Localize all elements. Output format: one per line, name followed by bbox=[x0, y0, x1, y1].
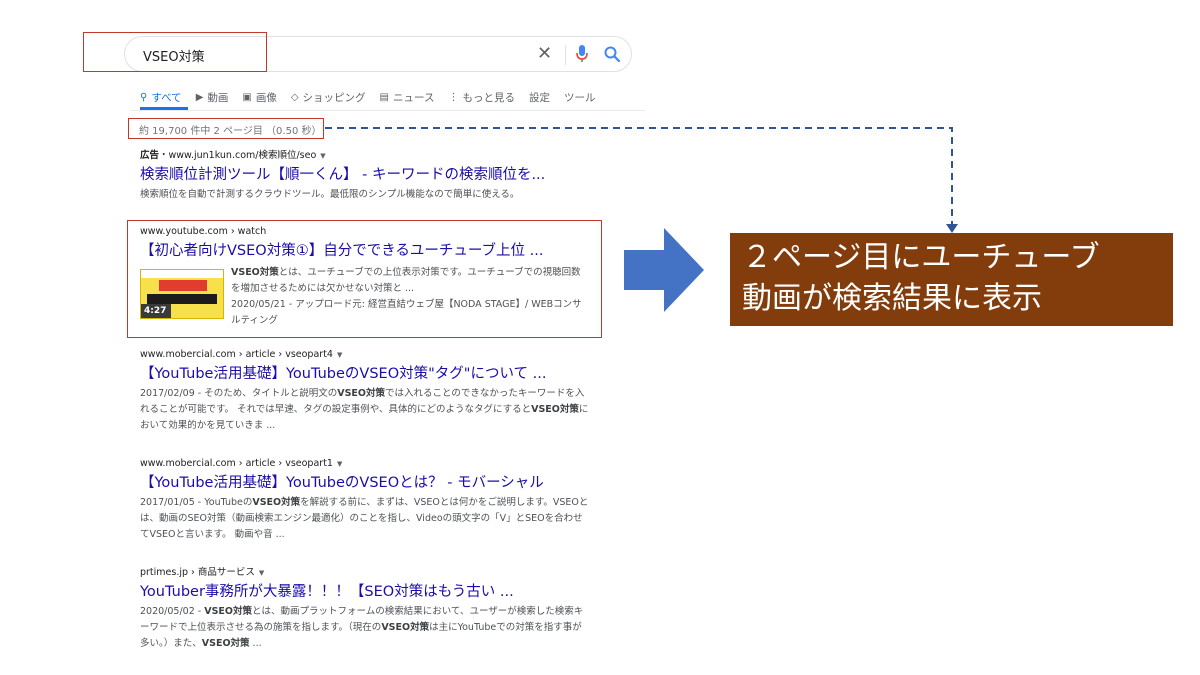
snippet-keyword: VSEO対策 bbox=[201, 638, 250, 649]
tabs-divider bbox=[130, 110, 645, 111]
caret-down-icon[interactable]: ▼ bbox=[337, 351, 342, 359]
result-title-link[interactable]: 【YouTube活用基礎】YouTubeのVSEO対策"タグ"について ... bbox=[140, 364, 590, 384]
play-icon: ▶ bbox=[195, 91, 204, 103]
tab-all[interactable]: ⚲ すべて bbox=[140, 90, 182, 105]
search-icon[interactable] bbox=[603, 45, 621, 63]
search-divider bbox=[565, 45, 566, 65]
callout-line: 動画が検索結果に表示 bbox=[742, 281, 1042, 316]
result-url[interactable]: www.mobercial.com › article › vseopart4 bbox=[140, 349, 333, 360]
tab-label: もっと見る bbox=[462, 91, 515, 104]
result-url[interactable]: www.mobercial.com › article › vseopart1 bbox=[140, 458, 333, 469]
annotation-callout: ２ページ目にユーチューブ 動画が検索結果に表示 bbox=[730, 233, 1173, 326]
snippet-keyword: VSEO対策 bbox=[531, 404, 579, 415]
result-cite: www.mobercial.com › article › vseopart1 ▼ bbox=[140, 457, 590, 471]
result-snippet: 検索順位を自動で計測するクラウドツール。最低限のシンプル機能なので簡単に使える。 bbox=[140, 189, 520, 200]
more-icon: ⋮ bbox=[448, 91, 459, 103]
image-icon: ▣ bbox=[242, 91, 252, 103]
ad-label: 広告 bbox=[140, 150, 160, 161]
close-icon[interactable]: ✕ bbox=[537, 43, 552, 65]
result-title-link[interactable]: 【YouTube活用基礎】YouTubeのVSEOとは？ - モバーシャル bbox=[140, 473, 590, 493]
snippet-text: 2017/02/09 - そのため、タイトルと説明文の bbox=[140, 388, 338, 399]
query-highlight-box bbox=[83, 32, 267, 72]
organic-result: www.mobercial.com › article › vseopart1 ▼… bbox=[140, 457, 590, 543]
result-url[interactable]: ・www.jun1kun.com/検索順位/seo bbox=[159, 150, 316, 161]
tab-shopping[interactable]: ◇ ショッピング bbox=[291, 90, 366, 105]
result-title-link[interactable]: YouTuber事務所が大暴露！！！【SEO対策はもう古い ... bbox=[140, 582, 590, 602]
search-icon: ⚲ bbox=[140, 91, 148, 103]
tab-label: 動画 bbox=[207, 91, 229, 104]
tab-images[interactable]: ▣ 画像 bbox=[242, 90, 276, 105]
snippet-text: 2017/01/05 - YouTubeの bbox=[140, 497, 253, 508]
callout-line: ２ページ目にユーチューブ bbox=[742, 240, 1100, 275]
right-arrow-icon bbox=[624, 228, 704, 312]
snippet-text: ... bbox=[249, 638, 262, 649]
ad-result: 広告・www.jun1kun.com/検索順位/seo ▼ 検索順位計測ツール【順… bbox=[140, 149, 590, 203]
news-icon: ▤ bbox=[379, 91, 389, 103]
organic-result: www.mobercial.com › article › vseopart4 ▼… bbox=[140, 348, 590, 434]
stats-highlight-box bbox=[128, 118, 324, 139]
tab-label: ショッピング bbox=[302, 91, 366, 104]
caret-down-icon[interactable]: ▼ bbox=[337, 460, 342, 468]
result-cite: www.mobercial.com › article › vseopart4 ▼ bbox=[140, 348, 590, 362]
organic-result: prtimes.jp › 商品サービス ▼ YouTuber事務所が大暴露！！！【… bbox=[140, 566, 590, 652]
tab-videos[interactable]: ▶ 動画 bbox=[196, 90, 229, 105]
result-url[interactable]: prtimes.jp › 商品サービス bbox=[140, 567, 255, 578]
tab-more[interactable]: ⋮ もっと見る bbox=[448, 90, 515, 105]
result-snippet: 2020/05/02 - VSEO対策とは、動画プラットフォームの検索結果におい… bbox=[140, 604, 590, 652]
tab-label: すべて bbox=[151, 91, 182, 104]
snippet-keyword: VSEO対策 bbox=[381, 622, 430, 633]
result-snippet: 2017/02/09 - そのため、タイトルと説明文のVSEO対策では入れること… bbox=[140, 386, 590, 434]
mic-icon[interactable] bbox=[575, 44, 589, 64]
result-snippet: 2017/01/05 - YouTubeのVSEO対策を解説する前に、まずは、V… bbox=[140, 495, 590, 543]
caret-down-icon[interactable]: ▼ bbox=[320, 152, 325, 160]
caret-down-icon[interactable]: ▼ bbox=[259, 569, 264, 577]
snippet-keyword: VSEO対策 bbox=[252, 497, 301, 508]
result-cite: prtimes.jp › 商品サービス ▼ bbox=[140, 566, 590, 580]
snippet-keyword: VSEO対策 bbox=[204, 606, 252, 617]
search-tabs: ⚲ すべて ▶ 動画 ▣ 画像 ◇ ショッピング ▤ ニュース ⋮ もっと見る … bbox=[140, 88, 609, 106]
snippet-keyword: VSEO対策 bbox=[337, 388, 385, 399]
tab-label: 設定 bbox=[528, 91, 550, 104]
youtube-highlight-box bbox=[127, 220, 602, 338]
snippet-text: 2020/05/02 - bbox=[140, 606, 205, 617]
tab-label: ニュース bbox=[393, 91, 435, 104]
result-title-link[interactable]: 検索順位計測ツール【順一くん】 - キーワードの検索順位を... bbox=[140, 165, 590, 185]
tab-news[interactable]: ▤ ニュース bbox=[380, 90, 435, 105]
tab-tools[interactable]: ツール bbox=[564, 90, 596, 105]
tag-icon: ◇ bbox=[290, 91, 299, 103]
result-cite: 広告・www.jun1kun.com/検索順位/seo ▼ bbox=[140, 149, 590, 163]
tab-label: ツール bbox=[563, 91, 596, 104]
tab-label: 画像 bbox=[255, 91, 277, 104]
tab-settings[interactable]: 設定 bbox=[529, 90, 550, 105]
